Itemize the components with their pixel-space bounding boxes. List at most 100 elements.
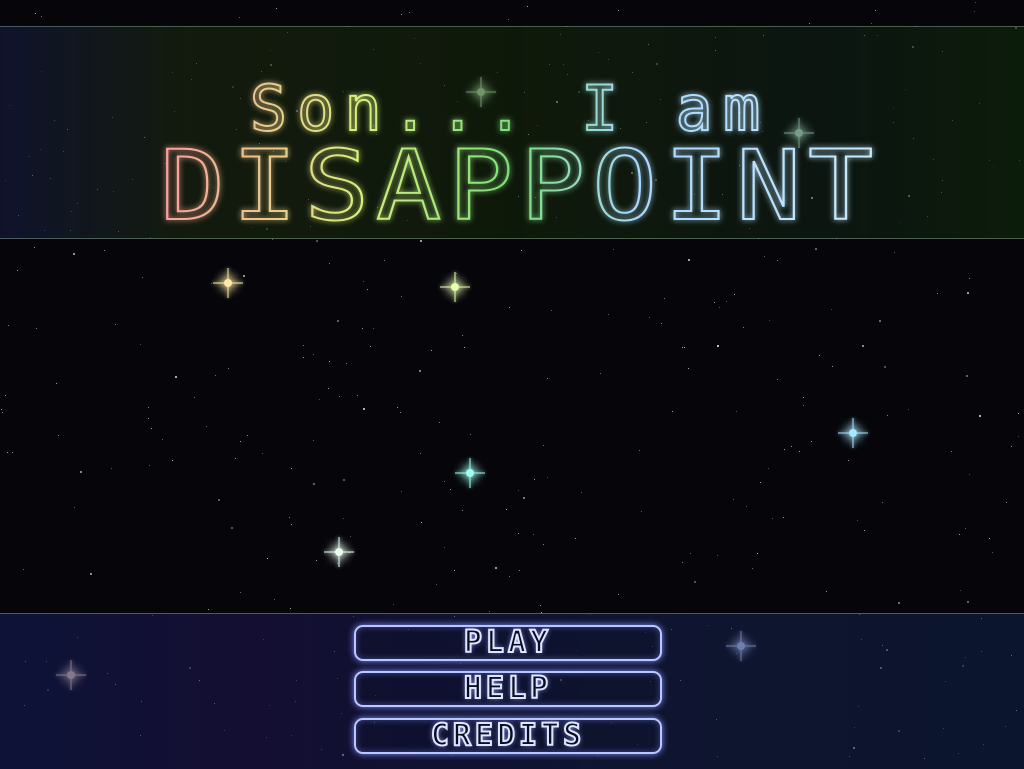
star — [7, 452, 8, 453]
star — [115, 324, 116, 325]
star — [746, 506, 747, 507]
star — [862, 345, 864, 347]
star — [688, 368, 689, 369]
star — [832, 366, 833, 367]
star — [551, 310, 552, 311]
star — [783, 517, 784, 518]
star — [884, 366, 886, 368]
star — [444, 481, 445, 482]
star — [343, 518, 344, 519]
star — [316, 240, 318, 242]
star — [882, 502, 883, 503]
star — [162, 439, 163, 440]
star — [777, 260, 778, 261]
star — [523, 497, 525, 499]
star — [506, 509, 507, 510]
star — [688, 259, 690, 261]
star — [960, 590, 961, 591]
star — [291, 524, 292, 525]
star — [291, 468, 292, 469]
star — [228, 368, 229, 369]
star — [73, 253, 75, 255]
star — [733, 499, 734, 500]
star — [871, 23, 872, 24]
star — [421, 522, 422, 523]
star — [104, 250, 105, 251]
star — [784, 449, 785, 450]
star — [211, 283, 212, 284]
star — [23, 569, 24, 570]
star — [290, 608, 291, 609]
star — [272, 239, 273, 240]
star — [857, 520, 858, 521]
star-flare — [440, 272, 470, 302]
star — [12, 452, 13, 453]
star — [313, 354, 314, 355]
title-line-2: DISAPPOINT — [160, 130, 880, 238]
credits-button-label: CREDITS — [430, 718, 586, 753]
star — [1018, 436, 1019, 437]
star — [815, 248, 817, 250]
star — [267, 558, 268, 559]
star — [450, 489, 451, 490]
star — [2, 412, 3, 413]
star — [346, 363, 347, 364]
star — [937, 293, 938, 294]
star — [879, 320, 881, 322]
credits-button[interactable]: CREDITS — [354, 718, 662, 754]
star — [965, 528, 966, 529]
star — [743, 327, 744, 328]
star — [172, 460, 173, 461]
star — [462, 335, 463, 336]
star — [992, 552, 993, 553]
star — [495, 567, 497, 569]
star — [714, 302, 715, 303]
star — [641, 511, 642, 512]
star — [979, 415, 981, 417]
star — [401, 14, 402, 15]
star — [908, 409, 909, 410]
star — [35, 13, 36, 14]
star — [717, 555, 718, 556]
star — [1006, 502, 1007, 503]
star — [509, 307, 510, 308]
star — [690, 553, 691, 554]
star — [420, 453, 421, 454]
star — [470, 434, 471, 435]
star-flare — [324, 537, 354, 567]
star — [887, 415, 888, 416]
star — [764, 256, 765, 257]
help-button[interactable]: HELP — [354, 671, 662, 707]
star — [649, 317, 650, 318]
star — [175, 376, 177, 378]
star — [36, 328, 37, 329]
star — [799, 451, 800, 452]
star — [736, 411, 737, 412]
star — [967, 601, 969, 603]
star — [142, 277, 143, 278]
star — [533, 534, 534, 535]
star — [519, 570, 520, 571]
star — [831, 309, 832, 310]
star — [140, 344, 141, 345]
star — [56, 383, 57, 384]
star — [329, 361, 330, 362]
star — [639, 450, 640, 451]
star — [769, 320, 770, 321]
star — [819, 355, 820, 356]
star — [148, 418, 149, 419]
star — [464, 347, 465, 348]
star — [409, 12, 410, 13]
play-button[interactable]: PLAY — [354, 625, 662, 661]
star — [803, 405, 804, 406]
star — [974, 11, 975, 12]
star — [760, 482, 761, 483]
star — [613, 249, 614, 250]
star — [809, 23, 810, 24]
star — [894, 252, 895, 253]
star — [518, 533, 519, 534]
star — [575, 538, 576, 539]
star — [864, 530, 865, 531]
star — [240, 441, 241, 442]
star — [384, 260, 385, 261]
